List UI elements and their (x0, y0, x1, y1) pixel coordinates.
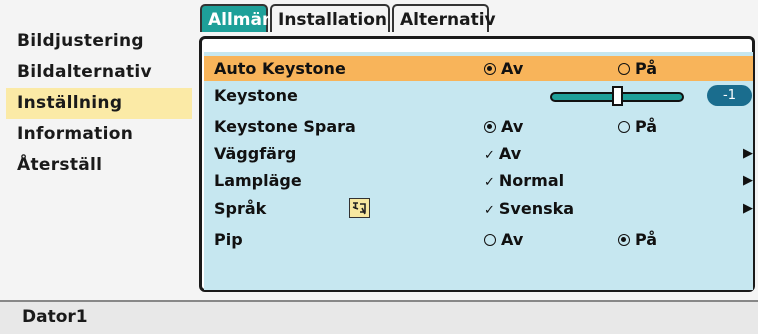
check-icon: ✓ (484, 148, 495, 163)
row-auto-keystone[interactable]: Auto Keystone Av På (204, 56, 753, 81)
row-keystone-spara[interactable]: Keystone Spara Av På (204, 114, 753, 139)
sidebar-item-installning[interactable]: Inställning (6, 88, 192, 119)
submenu-arrow-icon[interactable]: ▶ (743, 141, 753, 166)
language-glyph-icon (352, 202, 366, 215)
osd-menu: Bildjustering Bildalternativ Inställning… (0, 0, 758, 334)
submenu-arrow-icon[interactable]: ▶ (743, 168, 753, 193)
row-keystone[interactable]: Keystone -1 (204, 83, 753, 108)
row-lamplage[interactable]: Lampläge ✓ Normal ▶ (204, 168, 753, 193)
vaggfarg-value: ✓ Av (484, 144, 522, 163)
keystone-spara-label: Keystone Spara (214, 117, 356, 136)
tab-installation[interactable]: Installation (270, 4, 390, 32)
radio-unselected-icon (484, 234, 496, 246)
check-icon: ✓ (484, 203, 495, 218)
sidebar-item-information[interactable]: Information (6, 119, 192, 150)
sidebar-item-bildalternativ[interactable]: Bildalternativ (6, 57, 192, 88)
radio-selected-icon (484, 63, 496, 75)
radio-unselected-icon (618, 63, 630, 75)
vaggfarg-label: Väggfärg (214, 144, 297, 163)
check-icon: ✓ (484, 175, 495, 190)
keystone-slider-handle[interactable] (612, 86, 623, 106)
language-icon (349, 198, 370, 218)
status-bar: Dator1 (0, 300, 758, 334)
row-pip[interactable]: Pip Av På (204, 227, 753, 252)
input-source-label: Dator1 (22, 307, 88, 327)
keystone-spara-av-radio[interactable]: Av (484, 114, 523, 139)
sidebar-item-bildjustering[interactable]: Bildjustering (6, 26, 192, 57)
tab-allman[interactable]: Allmän (200, 4, 274, 32)
lamplage-value: ✓ Normal (484, 171, 565, 190)
pip-pa-radio[interactable]: På (618, 227, 657, 252)
auto-keystone-pa-radio[interactable]: På (618, 56, 657, 81)
keystone-value: -1 (707, 85, 752, 106)
pip-av-radio[interactable]: Av (484, 227, 523, 252)
lamplage-label: Lampläge (214, 171, 302, 190)
submenu-arrow-icon[interactable]: ▶ (743, 196, 753, 221)
auto-keystone-av-radio[interactable]: Av (484, 56, 523, 81)
sidebar: Bildjustering Bildalternativ Inställning… (6, 26, 192, 181)
radio-selected-icon (618, 234, 630, 246)
auto-keystone-label: Auto Keystone (214, 59, 346, 78)
sidebar-item-aterstall[interactable]: Återställ (6, 150, 192, 181)
sprak-value: ✓ Svenska (484, 199, 575, 218)
tab-alternativ[interactable]: Alternativ (392, 4, 496, 32)
sprak-label: Språk (214, 199, 267, 218)
radio-unselected-icon (618, 121, 630, 133)
keystone-label: Keystone (214, 86, 298, 105)
keystone-spara-pa-radio[interactable]: På (618, 114, 657, 139)
pip-label: Pip (214, 230, 243, 249)
row-sprak[interactable]: Språk ✓ Svenska ▶ (204, 196, 753, 221)
row-vaggfarg[interactable]: Väggfärg ✓ Av ▶ (204, 141, 753, 166)
radio-selected-icon (484, 121, 496, 133)
